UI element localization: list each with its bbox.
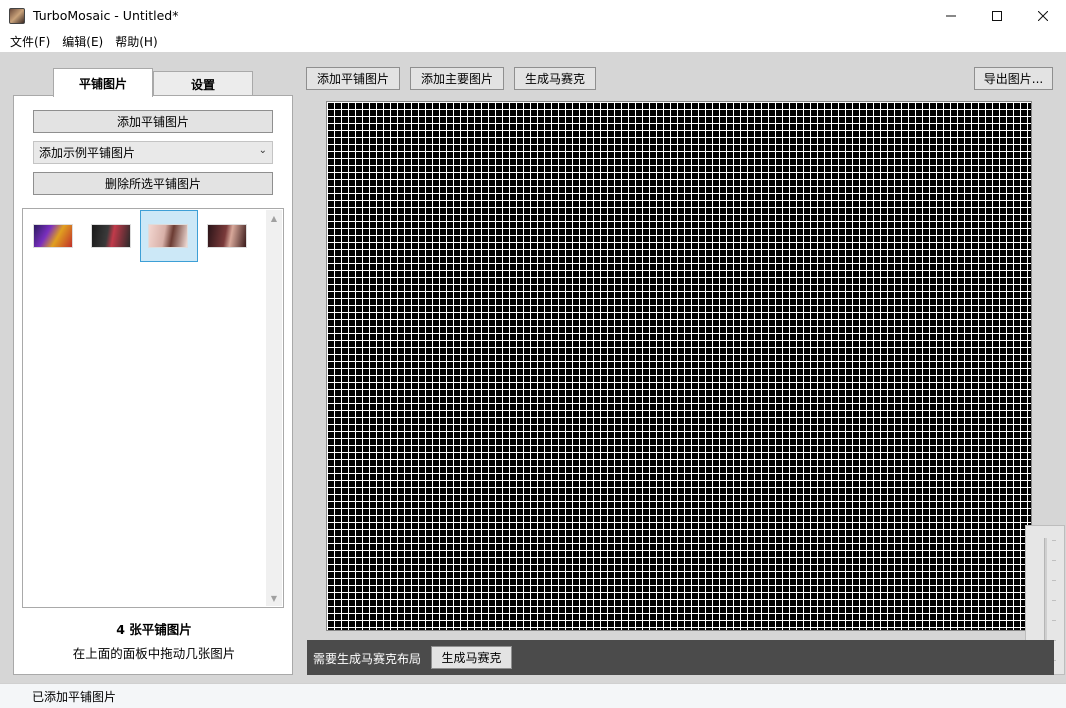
menu-file[interactable]: 文件(F) — [4, 33, 56, 50]
sample-tiles-dropdown[interactable]: 添加示例平铺图片 ⌄ — [33, 141, 273, 164]
generate-bar: 需要生成马赛克布局 生成马赛克 — [307, 640, 1054, 675]
export-image-button[interactable]: 导出图片... — [974, 67, 1053, 90]
drag-hint: 在上面的面板中拖动几张图片 — [72, 646, 236, 661]
generate-mosaic-button[interactable]: 生成马赛克 — [431, 646, 512, 669]
zoom-tick — [1052, 600, 1056, 601]
tile-thumbnail[interactable] — [91, 224, 131, 248]
title-bar: TurboMosaic - Untitled* — [0, 0, 1066, 31]
zoom-tick — [1052, 620, 1056, 621]
status-text: 已添加平铺图片 — [32, 689, 117, 704]
tile-thumbnail[interactable] — [33, 224, 73, 248]
menu-bar: 文件(F) 编辑(E) 帮助(H) — [0, 31, 1066, 52]
left-tabs: 平铺图片 设置 — [53, 68, 253, 97]
add-main-image-button[interactable]: 添加主要图片 — [410, 67, 504, 90]
close-button[interactable] — [1020, 0, 1066, 31]
window-controls — [928, 0, 1066, 31]
tile-list[interactable]: ▲ ▼ — [22, 208, 284, 608]
zoom-tick — [1052, 580, 1056, 581]
minimize-icon — [946, 15, 956, 16]
zoom-tick — [1052, 540, 1056, 541]
close-icon — [1038, 10, 1048, 21]
mosaic-grid-canvas[interactable] — [326, 101, 1032, 631]
maximize-button[interactable] — [974, 0, 1020, 31]
tile-count: 4 张平铺图片 — [116, 622, 192, 637]
tab-settings[interactable]: 设置 — [153, 71, 253, 96]
chevron-down-icon: ⌄ — [258, 145, 267, 156]
window-title: TurboMosaic - Untitled* — [33, 8, 179, 23]
maximize-icon — [992, 10, 1002, 21]
tile-list-scrollbar[interactable]: ▲ ▼ — [266, 210, 282, 606]
tiles-panel: 添加平铺图片 添加示例平铺图片 ⌄ 删除所选平铺图片 ▲ ▼ 4 张平铺图片 在… — [13, 95, 293, 675]
tile-thumbnail[interactable] — [207, 224, 247, 248]
remove-tiles-button[interactable]: 删除所选平铺图片 — [33, 172, 273, 195]
menu-help[interactable]: 帮助(H) — [109, 33, 163, 50]
generate-mosaic-toolbar-button[interactable]: 生成马赛克 — [514, 67, 596, 90]
minimize-button[interactable] — [928, 0, 974, 31]
menu-edit[interactable]: 编辑(E) — [56, 33, 109, 50]
scroll-up-icon[interactable]: ▲ — [266, 210, 282, 226]
add-tiles-button[interactable]: 添加平铺图片 — [33, 110, 273, 133]
app-icon — [9, 7, 25, 24]
add-tiles-toolbar-button[interactable]: 添加平铺图片 — [306, 67, 400, 90]
scroll-down-icon[interactable]: ▼ — [266, 590, 282, 606]
tile-thumbnail[interactable] — [148, 224, 188, 248]
tile-selected[interactable] — [140, 210, 198, 262]
generate-message: 需要生成马赛克布局 — [313, 652, 422, 666]
tab-tiles[interactable]: 平铺图片 — [53, 68, 153, 97]
zoom-tick — [1052, 560, 1056, 561]
status-bar: 已添加平铺图片 — [0, 683, 1066, 708]
sample-tiles-dropdown-label: 添加示例平铺图片 — [39, 146, 136, 160]
